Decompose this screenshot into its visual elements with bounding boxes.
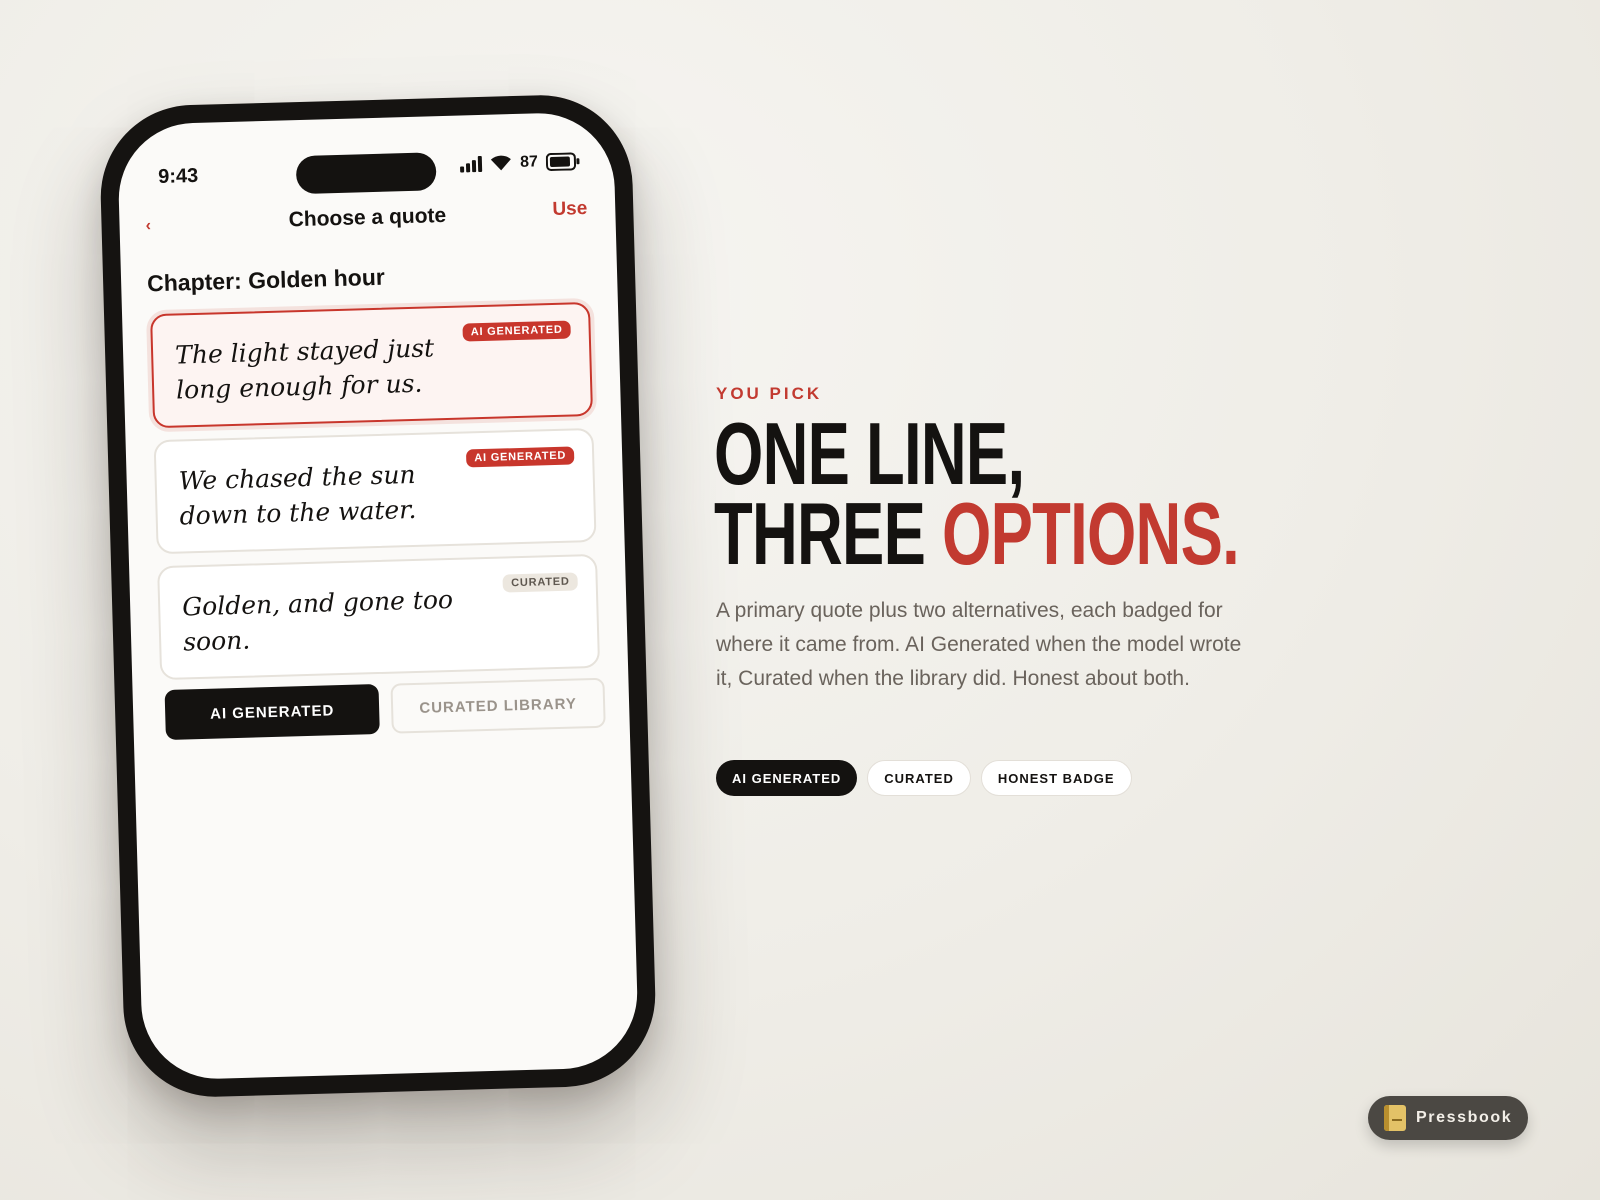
use-button[interactable]: Use: [552, 198, 587, 221]
dynamic-island: [295, 152, 437, 195]
phone-screen: 9:43 87 ‹ Choose a quote Use Chapter: Go…: [116, 111, 640, 1081]
headline-word: THREE: [714, 484, 943, 583]
status-bar: 9:43 87: [118, 143, 615, 197]
nav-title: Choose a quote: [288, 203, 447, 232]
status-time: 9:43: [157, 164, 199, 188]
chip-curated[interactable]: CURATED: [867, 760, 971, 796]
headline-line-1: ONE LINE,: [714, 404, 1025, 503]
brand-pill[interactable]: Pressbook: [1368, 1096, 1528, 1140]
cellular-signal-icon: [460, 155, 483, 173]
quote-text: Golden, and gone too soon.: [181, 584, 454, 657]
chip-ai-generated[interactable]: AI GENERATED: [716, 760, 858, 796]
phone-mockup: 9:43 87 ‹ Choose a quote Use Chapter: Go…: [98, 92, 658, 1100]
headline: ONE LINE, THREE OPTIONS.: [714, 404, 1240, 578]
segment-curated-library[interactable]: CURATED LIBRARY: [390, 677, 606, 734]
eyebrow-label: YOU PICK: [716, 384, 823, 403]
chip-honest-badge[interactable]: HONEST BADGE: [980, 760, 1132, 796]
ai-generated-badge: AI GENERATED: [462, 320, 571, 342]
battery-percentage: 87: [519, 153, 539, 171]
battery-icon: [545, 152, 580, 172]
ai-generated-badge: AI GENERATED: [466, 446, 575, 468]
headline-accent-word: OPTIONS.: [942, 484, 1240, 583]
quote-text: The light stayed just long enough for us…: [174, 333, 435, 405]
nav-bar: ‹ Choose a quote Use: [119, 191, 616, 245]
wifi-icon: [490, 155, 512, 172]
brand-name: Pressbook: [1416, 1109, 1513, 1126]
status-indicators: 87: [460, 152, 580, 173]
feature-chips: AI GENERATED CURATED HONEST BADGE: [716, 760, 1132, 796]
quote-text: We chased the sun down to the water.: [178, 459, 417, 531]
curated-badge: CURATED: [502, 572, 578, 593]
quote-card-alternative[interactable]: Golden, and gone too soon. CURATED: [157, 553, 601, 681]
book-icon: [1384, 1105, 1406, 1131]
chapter-title: Chapter: Golden hour: [146, 263, 386, 297]
quote-card-alternative[interactable]: We chased the sun down to the water. AI …: [153, 427, 597, 555]
quote-card-primary[interactable]: The light stayed just long enough for us…: [150, 301, 594, 429]
headline-line-2: THREE OPTIONS.: [714, 490, 1240, 578]
description: A primary quote plus two alternatives, e…: [716, 599, 1242, 690]
segment-ai-generated[interactable]: AI GENERATED: [164, 684, 380, 740]
